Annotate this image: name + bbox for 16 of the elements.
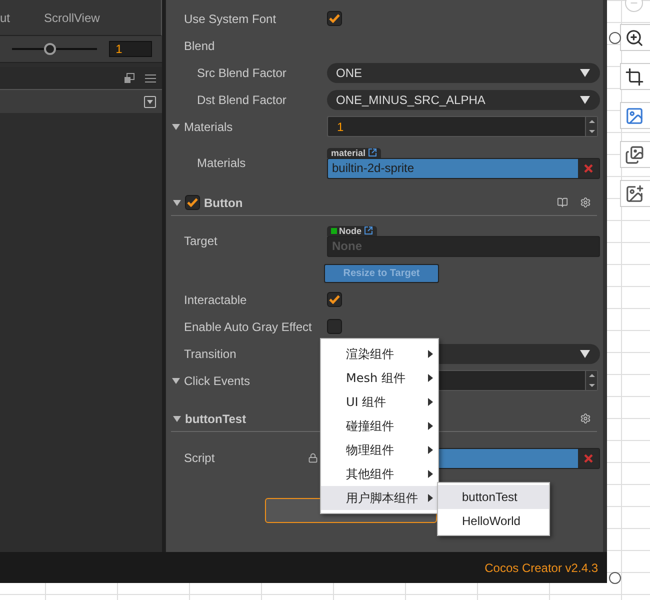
version-label: Cocos Creator v2.4.3 bbox=[484, 560, 598, 574]
property-label: Dst Blend Factor bbox=[197, 92, 286, 106]
property-label: Script bbox=[184, 451, 215, 465]
property-label: Click Events bbox=[184, 374, 250, 388]
type-tag: material bbox=[327, 148, 381, 158]
property-label: Transition bbox=[184, 346, 236, 360]
component-header: Button bbox=[171, 190, 597, 216]
property-label: Enable Auto Gray Effect bbox=[184, 320, 312, 334]
property-label: Src Blend Factor bbox=[197, 66, 286, 80]
property-label: Materials bbox=[197, 156, 246, 170]
property-label: Interactable bbox=[184, 292, 247, 306]
property-label: Materials bbox=[184, 120, 233, 134]
property-label: Use System Font bbox=[184, 12, 276, 26]
property-label: Target bbox=[184, 234, 218, 248]
property-label: Blend bbox=[184, 38, 215, 52]
type-tag: Node bbox=[327, 226, 376, 236]
